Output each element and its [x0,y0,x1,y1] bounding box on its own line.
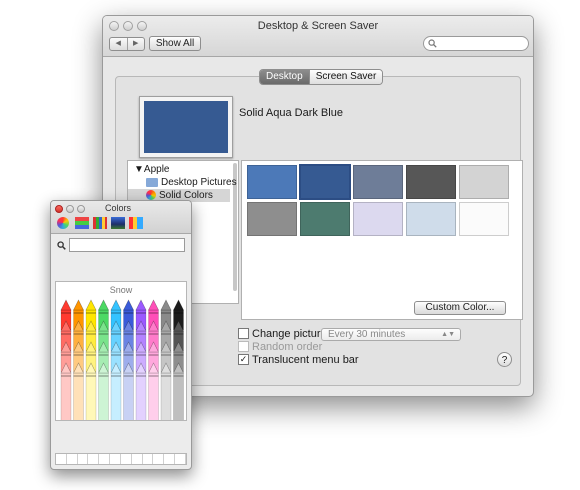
tab-desktop[interactable]: Desktop [260,70,309,84]
color-swatch-well[interactable] [55,453,187,465]
source-list-item[interactable]: ▼Apple [128,163,230,176]
title-bar: Desktop & Screen Saver ◀ ▶ Show All [103,16,533,57]
color-sliders-icon[interactable] [75,217,89,229]
magnifier-icon [57,241,66,250]
source-list-label: ▼Apple [134,164,170,175]
colors-close-button[interactable] [55,205,63,213]
search-field[interactable] [423,36,529,51]
translucent-menu-bar-checkbox[interactable]: ✓ [238,353,249,365]
crayon[interactable] [73,362,84,420]
source-list-item[interactable]: Desktop Pictures [128,176,237,189]
color-swatch[interactable] [247,165,297,199]
custom-color-button[interactable]: Custom Color... [414,301,506,315]
show-all-button[interactable]: Show All [149,36,201,51]
crayon[interactable] [160,362,172,420]
colors-minimize-button[interactable] [66,205,74,213]
color-wheel-icon[interactable] [57,217,71,229]
color-swatch[interactable] [300,202,350,236]
interval-popup[interactable]: Every 30 minutes ▲▼ [321,328,461,341]
forward-arrow-icon[interactable]: ▶ [126,38,145,50]
crayon[interactable] [98,362,109,420]
color-palettes-icon[interactable] [93,217,107,229]
color-search-input[interactable] [69,238,185,252]
solid-colors-grid: Custom Color... [241,160,523,320]
random-order-label: Random order [252,341,323,353]
random-order-row[interactable]: Random order [238,340,323,353]
color-swatch[interactable] [353,202,403,236]
color-swatch[interactable] [459,165,509,199]
picture-name: Solid Aqua Dark Blue [239,107,343,119]
color-swatch[interactable] [459,202,509,236]
crayons-icon[interactable] [129,217,143,229]
image-palettes-icon[interactable] [111,217,125,229]
rainbow-icon [146,190,156,201]
crayon-grid[interactable] [56,282,186,420]
colors-panel-toolbar: Colors [51,201,191,234]
popup-arrows-icon: ▲▼ [441,331,455,338]
crayon[interactable] [85,362,97,420]
crayon[interactable] [110,362,122,420]
source-list-label: Desktop Pictures [161,177,237,188]
change-picture-row[interactable]: Change picture: [238,327,330,340]
preview-color [144,101,228,153]
search-icon [428,39,437,48]
crayon[interactable] [173,362,184,420]
window-title: Desktop & Screen Saver [257,20,379,32]
crayon[interactable] [135,362,147,420]
colors-panel: Colors Snow [50,200,192,470]
crayon[interactable] [60,362,72,420]
crayon-box: Snow [55,281,187,421]
color-swatch[interactable] [353,165,403,199]
desktop-preview [139,96,233,158]
color-swatch[interactable] [406,202,456,236]
tab-screen-saver[interactable]: Screen Saver [308,70,383,84]
help-button[interactable]: ? [497,352,512,367]
random-order-checkbox[interactable] [238,340,249,352]
back-forward-control: ◀ ▶ [109,37,145,51]
colors-panel-title: Colors [105,203,132,213]
color-swatch[interactable] [247,202,297,236]
change-picture-label: Change picture: [252,328,330,340]
translucent-menu-bar-row[interactable]: ✓ Translucent menu bar [238,353,359,366]
color-swatch[interactable] [406,165,456,199]
crayon[interactable] [123,362,134,420]
interval-value: Every 30 minutes [328,329,406,340]
folder-icon [146,177,158,187]
color-swatch[interactable] [299,164,351,200]
change-picture-checkbox[interactable] [238,327,249,339]
colors-zoom-button[interactable] [77,205,85,213]
translucent-menu-bar-label: Translucent menu bar [252,354,359,366]
tab-control: Desktop Screen Saver [259,69,384,85]
back-arrow-icon[interactable]: ◀ [110,38,127,50]
crayon[interactable] [148,362,159,420]
